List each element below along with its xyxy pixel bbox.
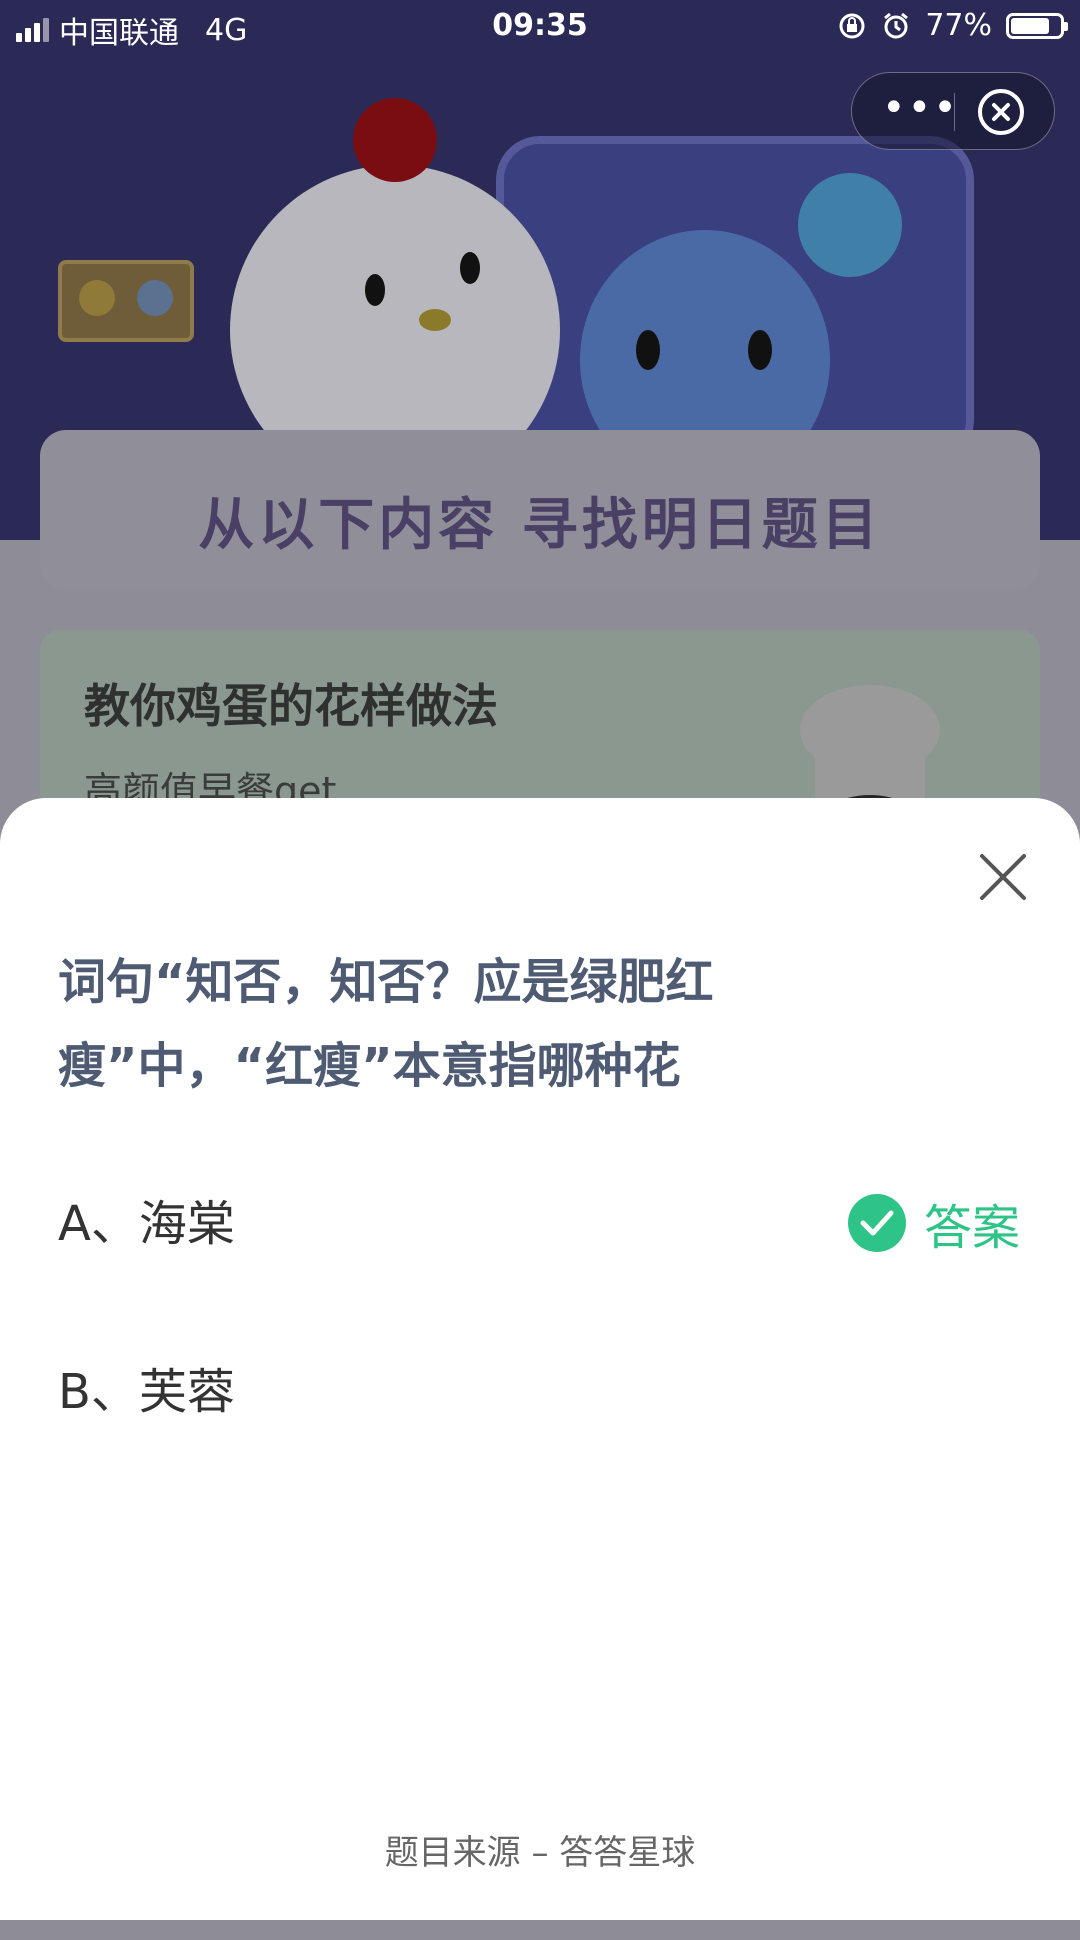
banner-heading: 从以下内容 寻找明日题目	[198, 493, 882, 558]
banner-title-panel: 从以下内容 寻找明日题目	[40, 430, 1040, 590]
battery-icon	[1006, 12, 1068, 39]
check-icon	[847, 1194, 906, 1252]
capsule-divider	[954, 93, 955, 131]
alarm-icon	[884, 12, 909, 38]
status-bar: 中国联通 4G 09:35 77%	[0, 0, 1080, 54]
option-b[interactable]: B、芙蓉	[58, 1342, 1018, 1432]
close-icon[interactable]	[976, 850, 1030, 904]
more-icon[interactable]: •••	[882, 88, 957, 129]
card-title: 教你鸡蛋的花样做法	[84, 679, 498, 733]
close-circle-icon[interactable]	[978, 89, 1024, 135]
question-text: 词句“知否，知否？应是绿肥红瘦”中，“红瘦”本意指哪种花	[58, 954, 714, 1094]
question-source: 题目来源 – 答答星球	[384, 1833, 696, 1873]
battery-percent: 77%	[925, 8, 992, 43]
answer-label: 答案	[923, 1200, 1020, 1256]
orientation-lock-icon	[839, 13, 865, 38]
answer-tag: 答案	[847, 1188, 1020, 1258]
miniapp-capsule: •••	[851, 72, 1055, 150]
